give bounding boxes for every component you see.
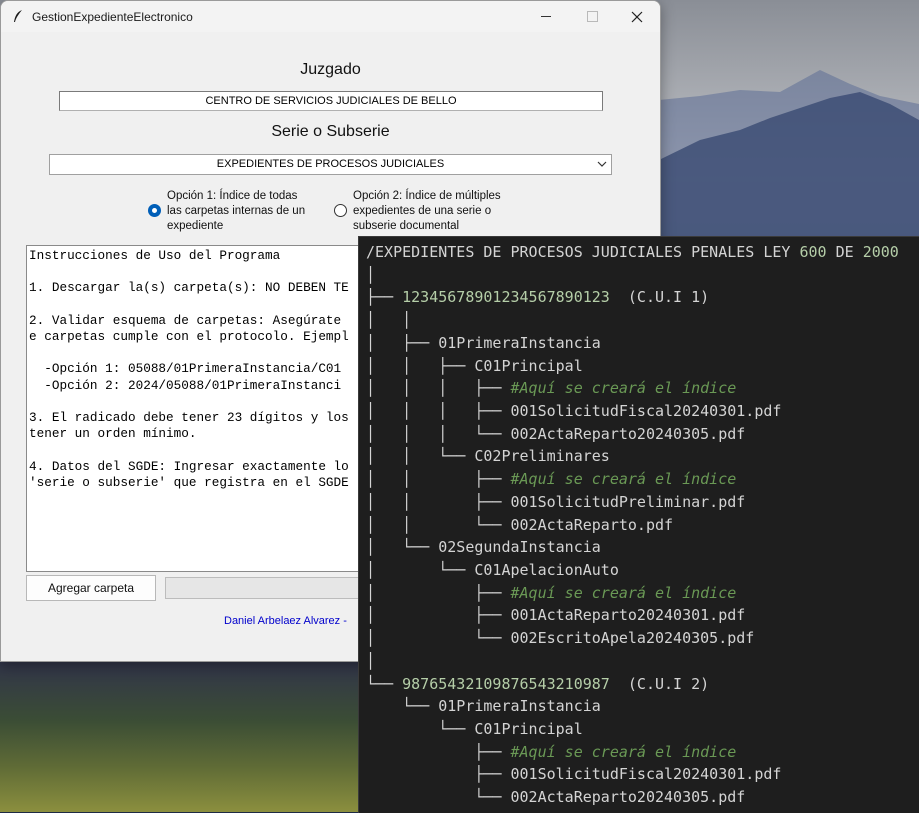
court-field[interactable]: CENTRO DE SERVICIOS JUDICIALES DE BELLO <box>59 91 603 111</box>
maximize-button[interactable] <box>569 1 615 32</box>
tree-file: ├── 001SolicitudFiscal20240301.pdf <box>366 765 782 783</box>
option2-label: Opción 2: Índice de múltiples expediente… <box>353 190 501 232</box>
terminal-panel: /EXPEDIENTES DE PROCESOS JUDICIALES PENA… <box>358 236 919 813</box>
tree-folder: │ ├── 01PrimeraInstancia <box>366 334 601 352</box>
instructions-text: Instrucciones de Uso del Programa 1. Des… <box>29 248 349 490</box>
window-title: GestionExpedienteElectronico <box>32 10 193 24</box>
tree-file: └── 002ActaReparto20240305.pdf <box>366 788 746 806</box>
tree-connector: │ │ <box>366 311 412 329</box>
tree-file: │ │ ├── 001SolicitudPreliminar.pdf <box>366 493 746 511</box>
tree-comment: │ ├── #Aquí se creará el índice <box>366 584 737 602</box>
tree-file: │ │ │ └── 002ActaReparto20240305.pdf <box>366 425 746 443</box>
tree-file: │ │ └── 002ActaReparto.pdf <box>366 516 674 534</box>
tree-case: └── 98765432109876543210987 (C.U.I 2) <box>366 675 710 693</box>
option2-radio[interactable]: Opción 2: Índice de múltiples expediente… <box>334 189 501 234</box>
maximize-icon <box>586 11 598 22</box>
tree-folder: └── 01PrimeraInstancia <box>366 697 601 715</box>
title-bar[interactable]: GestionExpedienteElectronico <box>1 1 660 32</box>
tree-file: │ ├── 001ActaReparto20240301.pdf <box>366 606 746 624</box>
radio-selected-icon <box>148 204 161 217</box>
tree-root: /EXPEDIENTES DE PROCESOS JUDICIALES PENA… <box>366 243 899 261</box>
option1-radio[interactable]: Opción 1: Índice de todas las carpetas i… <box>148 189 305 234</box>
radio-unselected-icon <box>334 204 347 217</box>
tree-connector: │ <box>366 266 376 284</box>
tree-connector: │ <box>366 652 376 670</box>
chevron-down-icon <box>597 161 607 167</box>
tree-comment: │ │ ├── #Aquí se creará el índice <box>366 470 737 488</box>
feather-icon <box>14 10 22 22</box>
foreground-plants <box>0 660 360 812</box>
tree-file: │ └── 002EscritoApela20240305.pdf <box>366 629 755 647</box>
add-folder-button[interactable]: Agregar carpeta <box>26 575 156 601</box>
tree-folder: │ │ └── C02Preliminares <box>366 447 610 465</box>
close-button[interactable] <box>614 1 660 32</box>
tree-comment: ├── #Aquí se creará el índice <box>366 743 737 761</box>
close-icon <box>631 11 643 22</box>
minimize-button[interactable] <box>523 1 569 32</box>
tree-case: ├── 12345678901234567890123 (C.U.I 1) <box>366 288 710 306</box>
court-label: Juzgado <box>300 61 361 78</box>
serie-label: Serie o Subserie <box>271 123 390 140</box>
tree-comment: │ │ │ ├── #Aquí se creará el índice <box>366 379 737 397</box>
tree-file: │ │ │ ├── 001SolicitudFiscal20240301.pdf <box>366 402 782 420</box>
option1-label: Opción 1: Índice de todas las carpetas i… <box>167 190 306 232</box>
serie-dropdown[interactable]: EXPEDIENTES DE PROCESOS JUDICIALES <box>49 154 612 175</box>
tree-folder: │ └── C01ApelacionAuto <box>366 561 619 579</box>
tree-folder: └── C01Principal <box>366 720 583 738</box>
minimize-icon <box>541 16 551 17</box>
tree-folder: │ │ ├── C01Principal <box>366 357 583 375</box>
serie-selected-value: EXPEDIENTES DE PROCESOS JUDICIALES <box>216 158 445 170</box>
tree-folder: │ └── 02SegundaInstancia <box>366 538 601 556</box>
author-credit[interactable]: Daniel Arbelaez Alvarez - <box>224 615 347 627</box>
instructions-textbox[interactable]: Instrucciones de Uso del Programa 1. Des… <box>26 245 368 572</box>
progress-bar <box>165 577 377 599</box>
